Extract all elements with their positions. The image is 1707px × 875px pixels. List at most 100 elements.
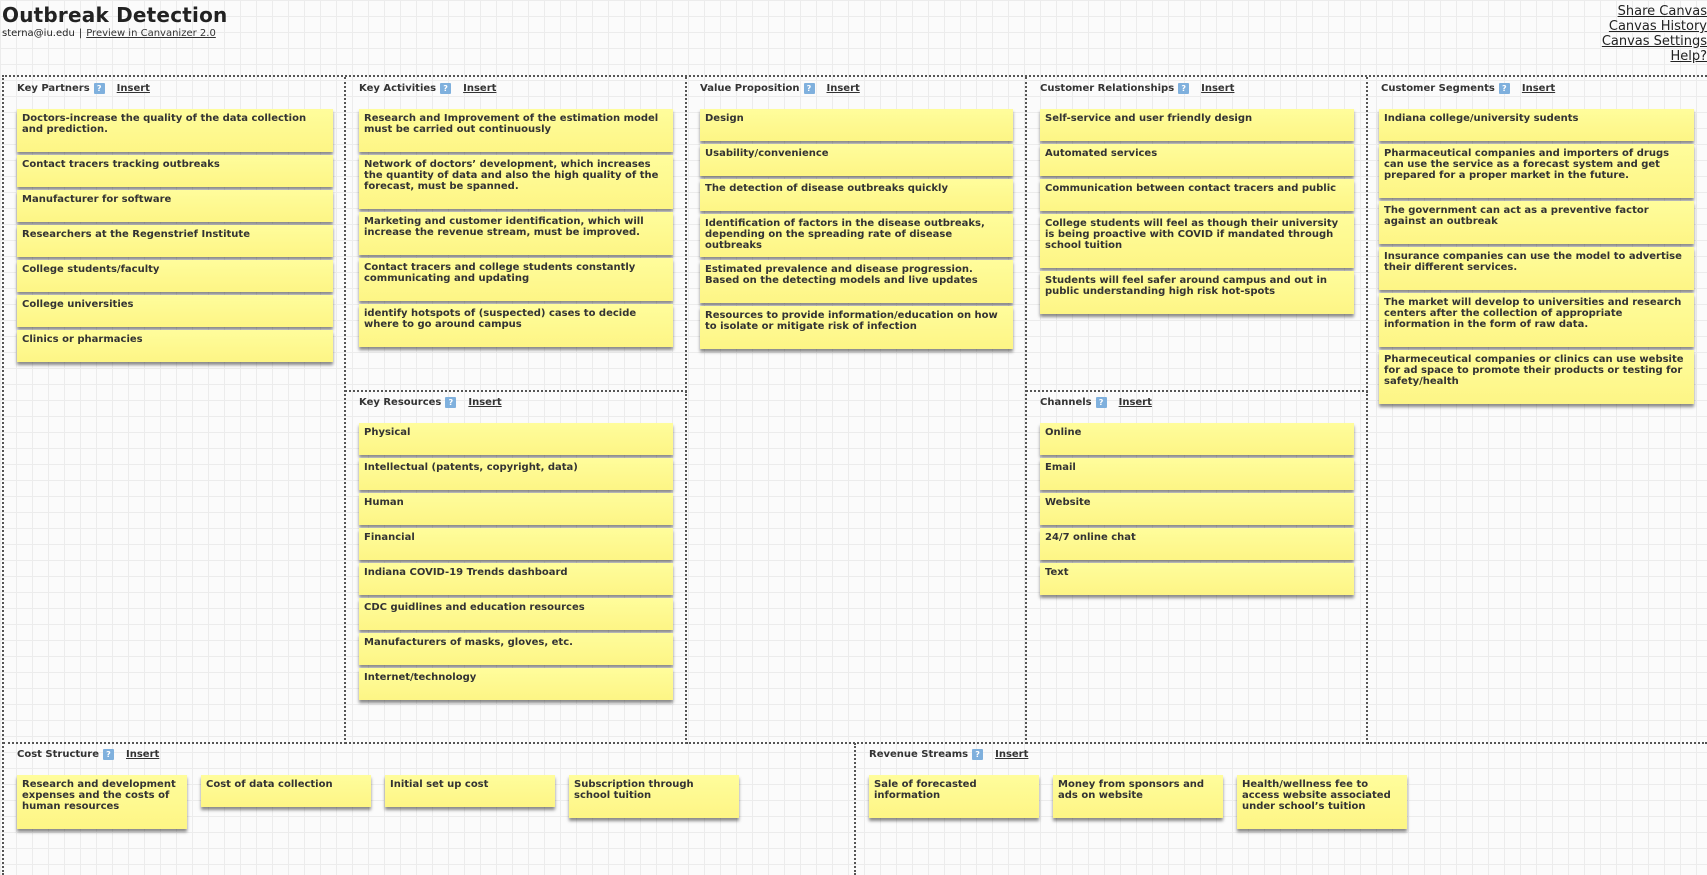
block-title: Key Resources — [359, 397, 442, 408]
sticky-note[interactable]: Contact tracers and college students con… — [359, 258, 673, 301]
sticky-note[interactable]: Money from sponsors and ads on website — [1053, 775, 1223, 818]
sticky-note[interactable]: Clinics or pharmacies — [17, 330, 333, 362]
block-title: Customer Relationships — [1040, 83, 1175, 94]
sticky-note[interactable]: Text — [1040, 563, 1354, 595]
insert-button[interactable]: Insert — [827, 83, 860, 94]
insert-button[interactable]: Insert — [117, 83, 150, 94]
sticky-note[interactable]: Indiana college/university sudents — [1379, 109, 1694, 141]
notes-list: Research and development expenses and th… — [17, 775, 753, 832]
sticky-note[interactable]: College students will feel as though the… — [1040, 214, 1354, 268]
sticky-note[interactable]: Usability/convenience — [700, 144, 1013, 176]
sticky-note[interactable]: Network of doctors’ development, which i… — [359, 155, 673, 209]
sticky-note[interactable]: Self-service and user friendly design — [1040, 109, 1354, 141]
help-icon[interactable]: ? — [1095, 397, 1107, 408]
sticky-note[interactable]: Health/wellness fee to access website as… — [1237, 775, 1407, 829]
block-header: Key Partners ? Insert — [17, 83, 150, 94]
help-icon[interactable]: ? — [803, 83, 815, 94]
notes-list: Physical Intellectual (patents, copyrigh… — [359, 423, 673, 703]
block-customer-relationships: Customer Relationships ? Insert Self-ser… — [1026, 77, 1368, 392]
share-canvas-link[interactable]: Share Canvas — [1602, 4, 1707, 19]
sticky-note[interactable]: The government can act as a preventive f… — [1379, 201, 1694, 244]
sticky-note[interactable]: Intellectual (patents, copyright, data) — [359, 458, 673, 490]
sticky-note[interactable]: Automated services — [1040, 144, 1354, 176]
sticky-note[interactable]: Cost of data collection — [201, 775, 371, 807]
block-key-activities: Key Activities ? Insert Research and Imp… — [345, 77, 687, 392]
user-email: sterna@iu.edu — [2, 28, 75, 39]
sticky-note[interactable]: CDC guidlines and education resources — [359, 598, 673, 630]
block-header: Value Proposition ? Insert — [700, 83, 860, 94]
insert-button[interactable]: Insert — [995, 749, 1028, 760]
help-icon[interactable]: ? — [1178, 83, 1190, 94]
canvas-history-link[interactable]: Canvas History — [1602, 19, 1707, 34]
help-icon[interactable]: ? — [93, 83, 105, 94]
sticky-note[interactable]: Identification of factors in the disease… — [700, 214, 1013, 257]
sticky-note[interactable]: The detection of disease outbreaks quick… — [700, 179, 1013, 211]
help-link[interactable]: Help? — [1602, 49, 1707, 64]
block-header: Revenue Streams ? Insert — [869, 749, 1028, 760]
block-title: Value Proposition — [700, 83, 800, 94]
sticky-note[interactable]: Researchers at the Regenstrief Institute — [17, 225, 333, 257]
sticky-note[interactable]: Pharmaceutical companies and importers o… — [1379, 144, 1694, 198]
block-header: Channels ? Insert — [1040, 397, 1152, 408]
sticky-note[interactable]: Website — [1040, 493, 1354, 525]
block-title: Revenue Streams — [869, 749, 969, 760]
block-title: Cost Structure — [17, 749, 99, 760]
sticky-note[interactable]: 24/7 online chat — [1040, 528, 1354, 560]
sticky-note[interactable]: Insurance companies can use the model to… — [1379, 247, 1694, 290]
block-value-proposition: Value Proposition ? Insert Design Usabil… — [686, 77, 1027, 744]
sticky-note[interactable]: Internet/technology — [359, 668, 673, 700]
sticky-note[interactable]: Design — [700, 109, 1013, 141]
sticky-note[interactable]: identify hotspots of (suspected) cases t… — [359, 304, 673, 347]
notes-list: Design Usability/convenience The detecti… — [700, 109, 1013, 352]
block-customer-segments: Customer Segments ? Insert Indiana colle… — [1367, 77, 1707, 744]
block-title: Key Partners — [17, 83, 90, 94]
sticky-note[interactable]: Communication between contact tracers an… — [1040, 179, 1354, 211]
sticky-note[interactable]: Manufacturer for software — [17, 190, 333, 222]
block-header: Key Resources ? Insert — [359, 397, 502, 408]
sticky-note[interactable]: Estimated prevalence and disease progres… — [700, 260, 1013, 303]
canvas-title: Outbreak Detection — [2, 3, 228, 27]
block-title: Channels — [1040, 397, 1092, 408]
canvas-settings-link[interactable]: Canvas Settings — [1602, 34, 1707, 49]
sticky-note[interactable]: Human — [359, 493, 673, 525]
sticky-note[interactable]: Online — [1040, 423, 1354, 455]
sticky-note[interactable]: Resources to provide information/educati… — [700, 306, 1013, 349]
insert-button[interactable]: Insert — [1201, 83, 1234, 94]
block-key-partners: Key Partners ? Insert Doctors-increase t… — [3, 77, 346, 744]
sticky-note[interactable]: Doctors-increase the quality of the data… — [17, 109, 333, 152]
block-cost-structure: Cost Structure ? Insert Research and dev… — [3, 743, 856, 875]
sticky-note[interactable]: Manufacturers of masks, gloves, etc. — [359, 633, 673, 665]
sticky-note[interactable]: Research and Improvement of the estimati… — [359, 109, 673, 152]
preview-link[interactable]: Preview in Canvanizer 2.0 — [86, 28, 216, 39]
block-header: Customer Segments ? Insert — [1381, 83, 1555, 94]
help-icon[interactable]: ? — [1498, 83, 1510, 94]
sticky-note[interactable]: Email — [1040, 458, 1354, 490]
insert-button[interactable]: Insert — [126, 749, 159, 760]
sticky-note[interactable]: College students/faculty — [17, 260, 333, 292]
sticky-note[interactable]: College universities — [17, 295, 333, 327]
help-icon[interactable]: ? — [440, 83, 452, 94]
help-icon[interactable]: ? — [972, 749, 984, 760]
block-header: Key Activities ? Insert — [359, 83, 496, 94]
sticky-note[interactable]: Indiana COVID-19 Trends dashboard — [359, 563, 673, 595]
sticky-note[interactable]: The market will develop to universities … — [1379, 293, 1694, 347]
sticky-note[interactable]: Initial set up cost — [385, 775, 555, 807]
sticky-note[interactable]: Research and development expenses and th… — [17, 775, 187, 829]
block-title: Customer Segments — [1381, 83, 1495, 94]
insert-button[interactable]: Insert — [463, 83, 496, 94]
sticky-note[interactable]: Students will feel safer around campus a… — [1040, 271, 1354, 314]
insert-button[interactable]: Insert — [1522, 83, 1555, 94]
insert-button[interactable]: Insert — [1119, 397, 1152, 408]
sticky-note[interactable]: Subscription through school tuition — [569, 775, 739, 818]
help-icon[interactable]: ? — [103, 749, 114, 760]
block-key-resources: Key Resources ? Insert Physical Intellec… — [345, 391, 687, 744]
sticky-note[interactable]: Financial — [359, 528, 673, 560]
insert-button[interactable]: Insert — [468, 397, 501, 408]
block-header: Customer Relationships ? Insert — [1040, 83, 1234, 94]
sticky-note[interactable]: Physical — [359, 423, 673, 455]
help-icon[interactable]: ? — [445, 397, 457, 408]
sticky-note[interactable]: Contact tracers tracking outbreaks — [17, 155, 333, 187]
sticky-note[interactable]: Marketing and customer identification, w… — [359, 212, 673, 255]
sticky-note[interactable]: Sale of forecasted information — [869, 775, 1039, 818]
sticky-note[interactable]: Pharmeceutical companies or clinics can … — [1379, 350, 1694, 404]
